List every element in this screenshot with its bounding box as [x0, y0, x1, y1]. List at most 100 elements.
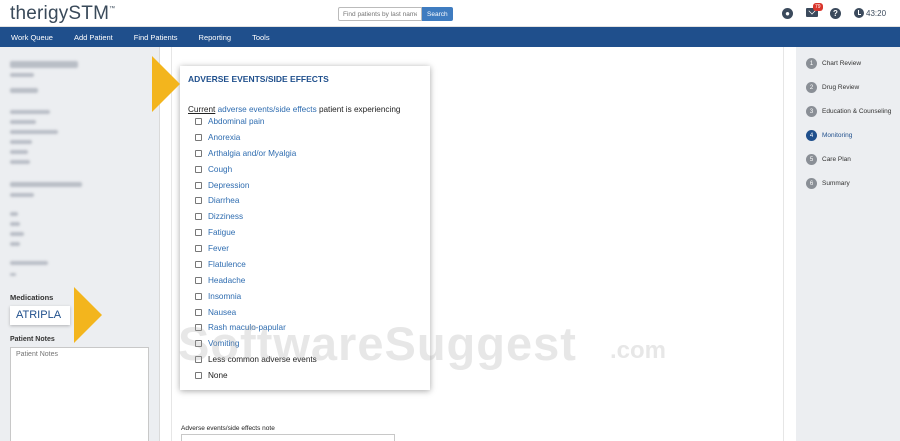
step-label: Monitoring: [822, 132, 853, 139]
search-input[interactable]: [338, 7, 422, 21]
step-number: 3: [806, 106, 817, 117]
blurred-patient-name: [10, 61, 78, 68]
medication-atripla[interactable]: ATRIPLA: [10, 306, 70, 325]
blurred-detail: [10, 88, 38, 93]
blurred-detail: [10, 222, 20, 226]
blurred-detail: [10, 140, 32, 144]
blurred-detail: [10, 182, 82, 187]
checkbox[interactable]: [195, 213, 202, 220]
checkbox[interactable]: [195, 150, 202, 157]
content-divider: [783, 47, 784, 441]
option-insomnia[interactable]: Insomnia: [195, 292, 241, 301]
search-button[interactable]: Search: [422, 7, 453, 21]
step-label: Education & Counseling: [822, 108, 892, 115]
step-education-counseling[interactable]: 3 Education & Counseling: [806, 106, 891, 117]
blurred-detail: [10, 212, 18, 216]
step-summary[interactable]: 6 Summary: [806, 178, 850, 189]
option-diarrhea[interactable]: Diarrhea: [195, 196, 239, 205]
checkbox[interactable]: [195, 277, 202, 284]
option-abdominal-pain[interactable]: Abdominal pain: [195, 117, 264, 126]
checkbox[interactable]: [195, 166, 202, 173]
blurred-detail: [10, 273, 16, 276]
help-icon[interactable]: ?: [830, 8, 841, 19]
option-label: Flatulence: [208, 260, 246, 269]
nav-work-queue[interactable]: Work Queue: [11, 33, 53, 42]
option-label: Depression: [208, 181, 250, 190]
checkbox[interactable]: [195, 118, 202, 125]
patient-search: Search: [338, 7, 453, 21]
option-arthalgia[interactable]: Arthalgia and/or Myalgia: [195, 149, 296, 158]
option-label: Insomnia: [208, 292, 242, 301]
checkbox[interactable]: [195, 229, 202, 236]
card-title: ADVERSE EVENTS/SIDE EFFECTS: [188, 74, 329, 84]
checkbox[interactable]: [195, 293, 202, 300]
option-cough[interactable]: Cough: [195, 165, 232, 174]
option-label: Diarrhea: [208, 196, 240, 205]
subtitle-link[interactable]: adverse events/side effects: [218, 105, 317, 114]
blurred-detail: [10, 193, 34, 197]
timer-value: 43:20: [866, 8, 887, 18]
checkbox[interactable]: [195, 261, 202, 268]
checkbox[interactable]: [195, 245, 202, 252]
option-label: Anorexia: [208, 133, 241, 142]
option-headache[interactable]: Headache: [195, 276, 245, 285]
highlight-arrow-icon: [152, 56, 180, 112]
blurred-detail: [10, 120, 36, 124]
watermark: SoftwareSuggest: [178, 317, 577, 370]
checkbox[interactable]: [195, 197, 202, 204]
checkbox[interactable]: [195, 182, 202, 189]
option-label: Fever: [208, 244, 229, 253]
checkbox[interactable]: [195, 134, 202, 141]
step-number: 1: [806, 58, 817, 69]
adverse-note-input[interactable]: [181, 434, 395, 441]
checkbox[interactable]: [195, 372, 202, 379]
watermark-suffix: .com: [610, 337, 667, 364]
option-depression[interactable]: Depression: [195, 181, 249, 190]
step-number: 4: [806, 130, 817, 141]
user-circle-icon[interactable]: ●: [782, 8, 793, 19]
subtitle-rest: patient is experiencing: [318, 105, 401, 114]
option-label: Dizziness: [208, 212, 244, 221]
step-monitoring[interactable]: 4 Monitoring: [806, 130, 852, 141]
highlight-arrow-icon: [74, 287, 102, 343]
nav-find-patients[interactable]: Find Patients: [134, 33, 178, 42]
option-flatulence[interactable]: Flatulence: [195, 260, 246, 269]
option-fatigue[interactable]: Fatigue: [195, 228, 235, 237]
option-dizziness[interactable]: Dizziness: [195, 212, 243, 221]
subtitle-current: Current: [188, 105, 216, 114]
step-number: 6: [806, 178, 817, 189]
main-nav: Work Queue Add Patient Find Patients Rep…: [0, 27, 900, 47]
option-anorexia[interactable]: Anorexia: [195, 133, 240, 142]
blurred-detail: [10, 150, 28, 154]
step-label: Chart Review: [822, 60, 862, 67]
app-logo[interactable]: therigySTM™: [10, 3, 115, 25]
adverse-note-label: Adverse events/side effects note: [181, 425, 275, 432]
nav-add-patient[interactable]: Add Patient: [74, 33, 113, 42]
blurred-detail: [10, 242, 20, 246]
step-number: 2: [806, 82, 817, 93]
card-subtitle: Current adverse events/side effects pati…: [188, 105, 400, 114]
nav-reporting[interactable]: Reporting: [199, 33, 232, 42]
option-label: Abdominal pain: [208, 117, 265, 126]
mail-badge: 79: [813, 3, 823, 11]
top-header: therigySTM™ Search ● 79 ? 43:20: [0, 0, 900, 27]
step-label: Care Plan: [822, 156, 851, 163]
step-drug-review[interactable]: 2 Drug Review: [806, 82, 859, 93]
option-none[interactable]: None: [195, 371, 228, 380]
checkbox[interactable]: [195, 309, 202, 316]
step-chart-review[interactable]: 1 Chart Review: [806, 58, 861, 69]
option-label: Headache: [208, 276, 246, 285]
step-care-plan[interactable]: 5 Care Plan: [806, 154, 851, 165]
patient-notes-input[interactable]: [10, 347, 149, 441]
blurred-detail: [10, 160, 30, 164]
nav-tools[interactable]: Tools: [252, 33, 270, 42]
workflow-steps: 1 Chart Review 2 Drug Review 3 Education & …: [796, 47, 900, 441]
option-fever[interactable]: Fever: [195, 244, 229, 253]
blurred-detail: [10, 261, 48, 265]
blurred-detail: [10, 73, 34, 77]
option-label: Cough: [208, 165, 233, 174]
session-timer: 43:20: [854, 8, 886, 18]
medications-label: Medications: [10, 293, 54, 302]
step-label: Drug Review: [822, 84, 860, 91]
blurred-detail: [10, 110, 50, 114]
